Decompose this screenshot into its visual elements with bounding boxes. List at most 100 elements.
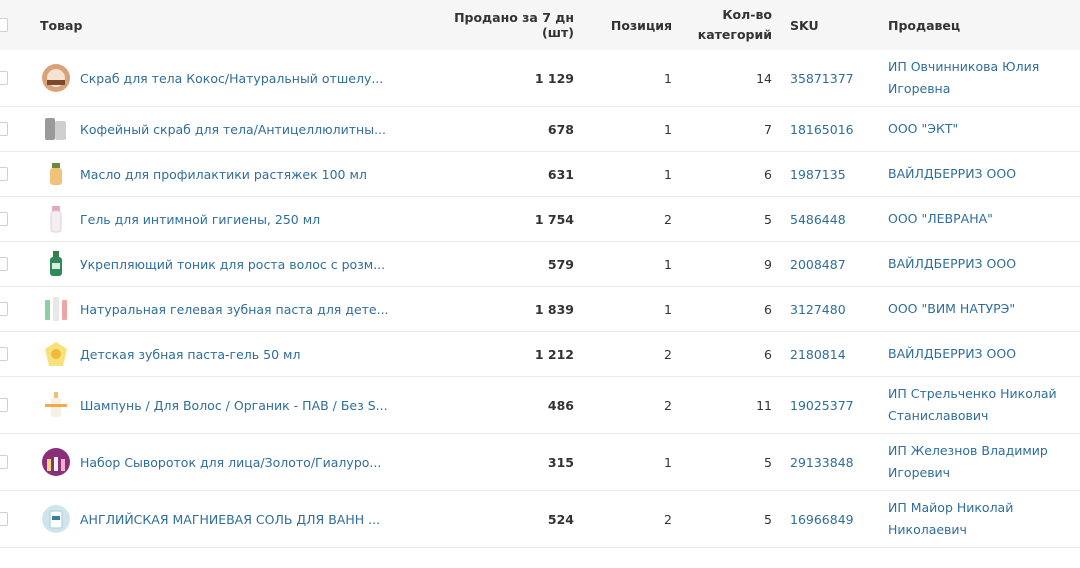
- row-checkbox[interactable]: [0, 167, 8, 181]
- tonic-spray-icon[interactable]: [40, 242, 72, 286]
- sku-link[interactable]: 19025377: [790, 377, 880, 433]
- position-value: 1: [590, 152, 672, 196]
- sku-link[interactable]: 2180814: [790, 332, 880, 376]
- sold-count: 486: [430, 377, 574, 433]
- product-name-link[interactable]: Гель для интимной гигиены, 250 мл: [80, 197, 400, 241]
- seller-link[interactable]: ООО "ВИМ НАТУРЭ": [888, 287, 1078, 331]
- column-header-product[interactable]: Товар: [40, 0, 240, 50]
- sku-link[interactable]: 35871377: [790, 50, 880, 106]
- table-row[interactable]: Скраб для тела Кокос/Натуральный отшелу.…: [0, 50, 1080, 107]
- categories-count: 7: [690, 107, 772, 151]
- row-checkbox[interactable]: [0, 512, 8, 526]
- categories-count: 5: [690, 197, 772, 241]
- column-header-sold[interactable]: Продано за 7 дн (шт): [420, 0, 574, 50]
- sold-count: 315: [430, 434, 574, 490]
- product-name-link[interactable]: Набор Сывороток для лица/Золото/Гиалуро.…: [80, 434, 400, 490]
- toothpaste-tubes-icon[interactable]: [40, 287, 72, 331]
- products-table: Товар Продано за 7 дн (шт) Позиция Кол-в…: [0, 0, 1080, 548]
- row-checkbox[interactable]: [0, 71, 8, 85]
- table-header: Товар Продано за 7 дн (шт) Позиция Кол-в…: [0, 0, 1080, 50]
- row-checkbox[interactable]: [0, 302, 8, 316]
- product-name-link[interactable]: Детская зубная паста-гель 50 мл: [80, 332, 400, 376]
- position-value: 2: [590, 197, 672, 241]
- product-name-link[interactable]: АНГЛИЙСКАЯ МАГНИЕВАЯ СОЛЬ ДЛЯ ВАНН ...: [80, 491, 400, 547]
- categories-count: 6: [690, 287, 772, 331]
- seller-link[interactable]: ИП Железнов Владимир Игоревич: [888, 434, 1078, 490]
- bath-salt-icon[interactable]: [40, 491, 72, 547]
- position-value: 2: [590, 491, 672, 547]
- position-value: 1: [590, 107, 672, 151]
- position-value: 1: [590, 434, 672, 490]
- sku-link[interactable]: 2008487: [790, 242, 880, 286]
- sold-count: 1 129: [430, 50, 574, 106]
- table-row[interactable]: Натуральная гелевая зубная паста для дет…: [0, 287, 1080, 332]
- product-name-link[interactable]: Кофейный скраб для тела/Антицеллюлитны..…: [80, 107, 400, 151]
- sku-link[interactable]: 29133848: [790, 434, 880, 490]
- sold-count: 524: [430, 491, 574, 547]
- sold-count: 1 212: [430, 332, 574, 376]
- product-name-link[interactable]: Масло для профилактики растяжек 100 мл: [80, 152, 400, 196]
- sku-link[interactable]: 16966849: [790, 491, 880, 547]
- table-row[interactable]: Гель для интимной гигиены, 250 мл1 75425…: [0, 197, 1080, 242]
- categories-count: 6: [690, 152, 772, 196]
- table-body: Скраб для тела Кокос/Натуральный отшелу.…: [0, 50, 1080, 548]
- row-checkbox[interactable]: [0, 122, 8, 136]
- table-row[interactable]: Масло для профилактики растяжек 100 мл 63…: [0, 152, 1080, 197]
- serum-set-icon[interactable]: [40, 434, 72, 490]
- seller-link[interactable]: ВАЙЛДБЕРРИЗ ООО: [888, 152, 1078, 196]
- column-header-position[interactable]: Позиция: [590, 0, 672, 50]
- seller-link[interactable]: ИП Майор Николай Николаевич: [888, 491, 1078, 547]
- row-checkbox[interactable]: [0, 347, 8, 361]
- table-row[interactable]: Набор Сывороток для лица/Золото/Гиалуро.…: [0, 434, 1080, 491]
- table-row[interactable]: АНГЛИЙСКАЯ МАГНИЕВАЯ СОЛЬ ДЛЯ ВАНН ... 52…: [0, 491, 1080, 548]
- sku-link[interactable]: 5486448: [790, 197, 880, 241]
- categories-count: 11: [690, 377, 772, 433]
- position-value: 1: [590, 287, 672, 331]
- table-row[interactable]: Укрепляющий тоник для роста волос с розм…: [0, 242, 1080, 287]
- product-name-link[interactable]: Укрепляющий тоник для роста волос с розм…: [80, 242, 400, 286]
- scrub-jar-icon[interactable]: [40, 50, 72, 106]
- categories-count: 9: [690, 242, 772, 286]
- seller-link[interactable]: ВАЙЛДБЕРРИЗ ООО: [888, 332, 1078, 376]
- oil-bottle-icon[interactable]: [40, 152, 72, 196]
- row-checkbox[interactable]: [0, 455, 8, 469]
- select-all-checkbox[interactable]: [0, 18, 8, 32]
- categories-count: 5: [690, 434, 772, 490]
- sku-link[interactable]: 1987135: [790, 152, 880, 196]
- sold-count: 678: [430, 107, 574, 151]
- product-name-link[interactable]: Шампунь / Для Волос / Органик - ПАВ / Бе…: [80, 377, 400, 433]
- gel-bottle-icon[interactable]: [40, 197, 72, 241]
- row-checkbox[interactable]: [0, 212, 8, 226]
- column-header-categories[interactable]: Кол-во категорий: [690, 0, 772, 50]
- categories-count: 6: [690, 332, 772, 376]
- table-row[interactable]: Детская зубная паста-гель 50 мл 1 212 26 21…: [0, 332, 1080, 377]
- kids-toothpaste-icon[interactable]: [40, 332, 72, 376]
- row-checkbox[interactable]: [0, 398, 8, 412]
- shampoo-bottle-icon[interactable]: [40, 377, 72, 433]
- seller-link[interactable]: ВАЙЛДБЕРРИЗ ООО: [888, 242, 1078, 286]
- row-checkbox[interactable]: [0, 257, 8, 271]
- sold-count: 1 754: [430, 197, 574, 241]
- coffee-scrub-pack-icon[interactable]: [40, 107, 72, 151]
- position-value: 2: [590, 332, 672, 376]
- categories-count: 14: [690, 50, 772, 106]
- sku-link[interactable]: 18165016: [790, 107, 880, 151]
- product-name-link[interactable]: Натуральная гелевая зубная паста для дет…: [80, 287, 400, 331]
- seller-link[interactable]: ООО "ЛЕВРАНА": [888, 197, 1078, 241]
- sold-count: 1 839: [430, 287, 574, 331]
- categories-count: 5: [690, 491, 772, 547]
- product-name-link[interactable]: Скраб для тела Кокос/Натуральный отшелу.…: [80, 50, 400, 106]
- column-header-sku[interactable]: SKU: [790, 0, 880, 50]
- table-row[interactable]: Шампунь / Для Волос / Органик - ПАВ / Бе…: [0, 377, 1080, 434]
- sold-count: 631: [430, 152, 574, 196]
- seller-link[interactable]: ИП Стрельченко Николай Станиславович: [888, 377, 1078, 433]
- sku-link[interactable]: 3127480: [790, 287, 880, 331]
- column-header-seller[interactable]: Продавец: [888, 0, 1078, 50]
- position-value: 1: [590, 242, 672, 286]
- sold-count: 579: [430, 242, 574, 286]
- table-row[interactable]: Кофейный скраб для тела/Антицеллюлитны..…: [0, 107, 1080, 152]
- position-value: 2: [590, 377, 672, 433]
- seller-link[interactable]: ООО "ЭКТ": [888, 107, 1078, 151]
- seller-link[interactable]: ИП Овчинникова Юлия Игоревна: [888, 50, 1078, 106]
- position-value: 1: [590, 50, 672, 106]
